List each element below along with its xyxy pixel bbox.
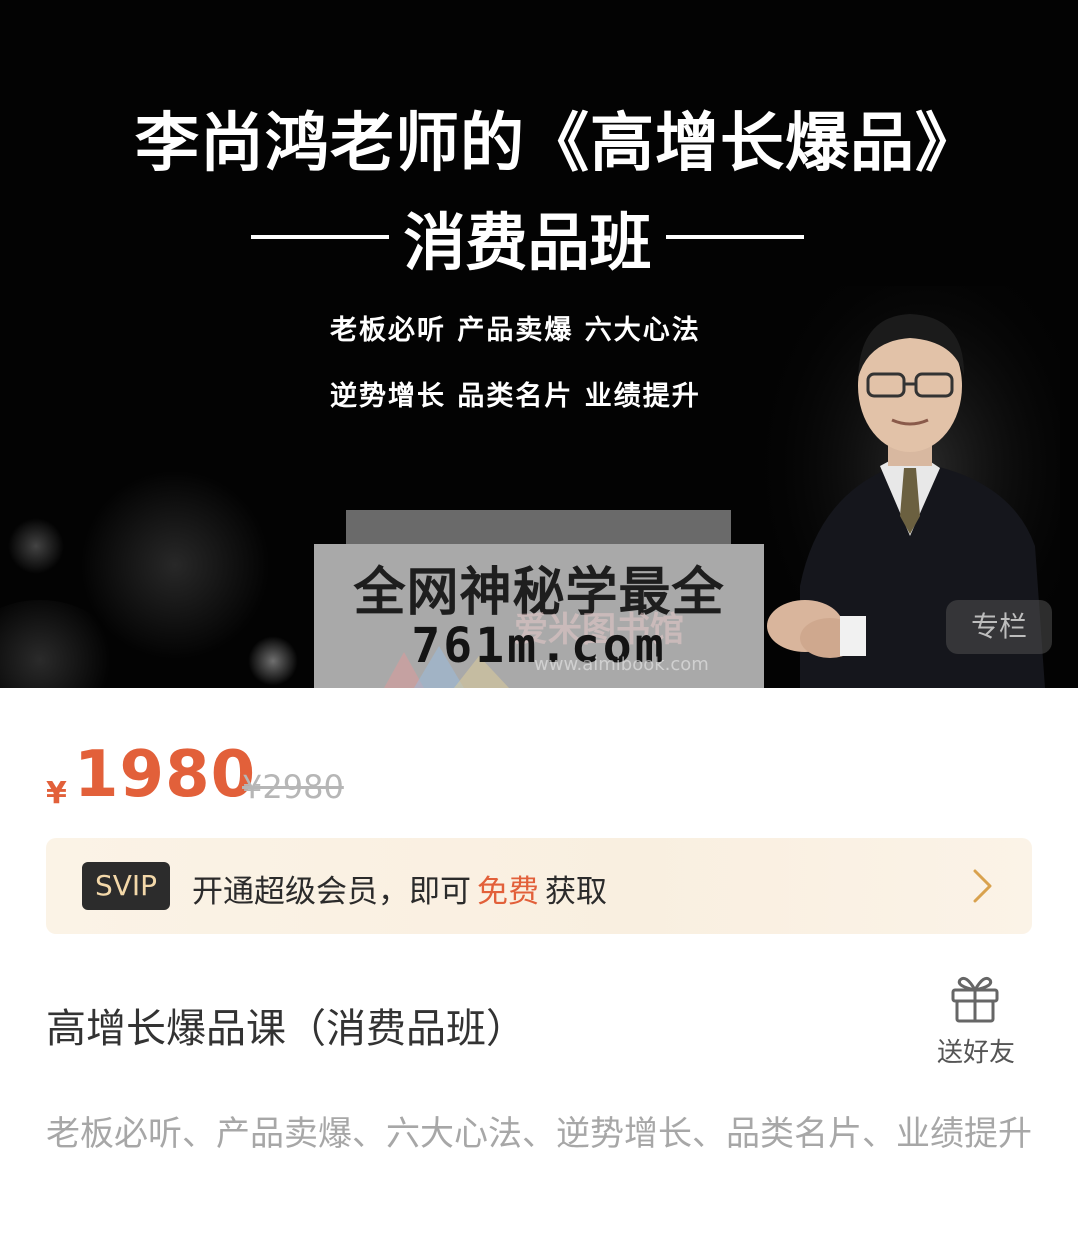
chevron-right-icon[interactable] xyxy=(972,868,994,904)
course-description: 老板必听、产品卖爆、六大心法、逆势增长、品类名片、业绩提升 xyxy=(46,1114,1032,1154)
banner-subtitle: 消费品班 xyxy=(403,206,652,279)
divider xyxy=(251,235,390,239)
send-to-friend-button[interactable]: 送好友 xyxy=(930,970,1022,1070)
bokeh-light xyxy=(80,470,270,660)
bokeh-light xyxy=(248,636,298,686)
svip-promo-text: 开通超级会员，即可 免费 获取 xyxy=(192,866,607,911)
svip-free-text: 免费 xyxy=(477,874,539,910)
course-banner: 李尚鸿老师的《高增长爆品》 消费品班 老板必听 产品卖爆 六大心法 逆势增长 品… xyxy=(0,0,1078,688)
svip-text-before: 开通超级会员，即可 xyxy=(192,874,471,910)
gift-icon xyxy=(951,976,999,1023)
svip-promo-bar[interactable]: SVIP 开通超级会员，即可 免费 获取 xyxy=(46,838,1032,934)
banner-tagline-1: 老板必听 产品卖爆 六大心法 xyxy=(330,315,701,346)
svip-text-after: 获取 xyxy=(545,874,607,910)
watermark-url: www.aimibook.com xyxy=(534,654,709,675)
banner-subtitle-row: 消费品班 xyxy=(245,200,810,279)
original-price: ¥2980 xyxy=(242,768,344,806)
currency-symbol: ¥ xyxy=(46,776,67,811)
column-badge: 专栏 xyxy=(946,600,1052,654)
gift-label: 送好友 xyxy=(936,1038,1015,1068)
svip-badge: SVIP xyxy=(82,862,170,910)
current-price: 1980 xyxy=(74,738,257,812)
bokeh-light xyxy=(8,518,64,574)
banner-tagline-2: 逆势增长 品类名片 业绩提升 xyxy=(330,381,701,412)
divider xyxy=(665,235,804,239)
banner-title: 李尚鸿老师的《高增长爆品》 xyxy=(135,107,980,181)
watermark: 全网神秘学最全 爱米图书馆 761m.com www.aimibook.com xyxy=(314,544,764,688)
course-title: 高增长爆品课（消费品班） xyxy=(46,1006,526,1052)
